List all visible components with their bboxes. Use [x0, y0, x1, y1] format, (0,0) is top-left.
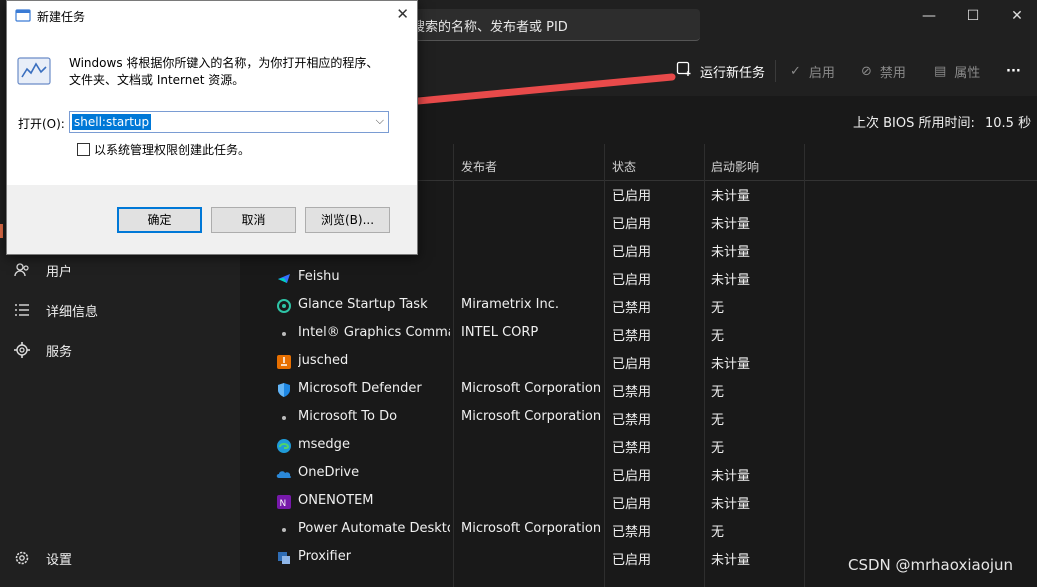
checkbox-box[interactable]: [77, 143, 90, 156]
new-task-dialog: 新建任务 ✕ Windows 将根据你所键入的名称，为你打开相应的程序、文件夹、…: [6, 0, 418, 255]
open-label: 打开(O):: [18, 117, 65, 131]
run-icon: [15, 8, 31, 28]
browse-button[interactable]: 浏览(B)...: [305, 207, 390, 233]
dialog-title: 新建任务: [37, 10, 86, 24]
ok-button[interactable]: 确定: [117, 207, 202, 233]
dialog-title-bar: 新建任务 ✕: [7, 1, 417, 31]
dialog-description: Windows 将根据你所键入的名称，为你打开相应的程序、文件夹、文档或 Int…: [69, 56, 379, 87]
chevron-down-icon[interactable]: ⌵: [376, 114, 384, 128]
input-value: shell:startup: [72, 114, 152, 130]
run-program-icon: [17, 57, 51, 89]
cancel-button[interactable]: 取消: [211, 207, 296, 233]
open-input[interactable]: shell:startup ⌵: [69, 111, 389, 133]
close-icon[interactable]: ✕: [396, 5, 409, 23]
admin-checkbox[interactable]: 以系统管理权限创建此任务。: [77, 141, 250, 158]
dialog-body: Windows 将根据你所键入的名称，为你打开相应的程序、文件夹、文档或 Int…: [7, 31, 417, 185]
checkbox-label: 以系统管理权限创建此任务。: [94, 143, 251, 157]
